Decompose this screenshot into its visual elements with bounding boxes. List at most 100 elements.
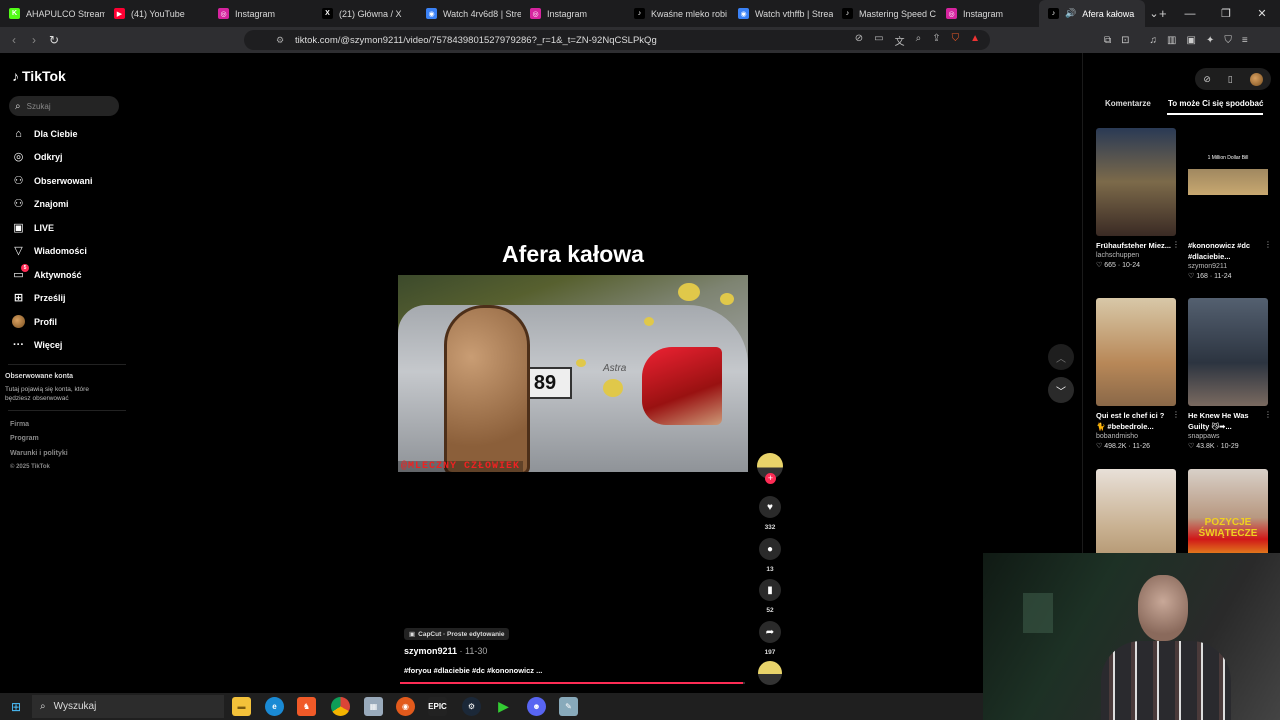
steam-icon[interactable]: ⚙ xyxy=(462,697,481,716)
browser-tab[interactable]: ♪ Kwaśne mleko robi xyxy=(625,0,729,27)
epic-games-icon[interactable]: EPIC xyxy=(428,697,447,716)
previous-video-button[interactable]: ︿ xyxy=(1048,344,1074,370)
tiktok-logo[interactable]: ♪ TikTok xyxy=(12,68,66,84)
recommended-video[interactable]: Qui est le chef ici ? 🐈 #bebedrole... bob… xyxy=(1096,298,1180,450)
tab-recommended[interactable]: To może Ci się spodobać xyxy=(1168,99,1263,108)
sidebar-item-label: Dla Ciebie xyxy=(34,128,78,139)
recommended-video[interactable]: 1 Million Dollar Bill #kononowicz #dc #dl… xyxy=(1188,128,1272,280)
streamer-sweater xyxy=(1101,641,1231,720)
wallet-icon[interactable]: ▣ xyxy=(1186,35,1195,46)
brave-rewards-icon[interactable]: ▲ xyxy=(970,33,980,48)
chrome-icon[interactable] xyxy=(331,697,350,716)
maximize-icon[interactable]: ❐ xyxy=(1208,7,1244,20)
browser-tab-bar: K AHAPULCO Stream ▶ (41) YouTube ◎ Instagram X… xyxy=(0,0,1280,27)
next-video-button[interactable]: ﹀ xyxy=(1048,377,1074,403)
screenshot-icon[interactable]: ⊡ xyxy=(1121,35,1129,46)
video-player[interactable]: Astra 89 @MLECZNY CZŁOWIEK xyxy=(398,275,748,472)
more-options-icon[interactable]: ⋮ xyxy=(1172,410,1180,419)
translate-icon[interactable]: 文 xyxy=(895,33,905,48)
music-disc[interactable] xyxy=(756,661,784,685)
minimize-icon[interactable]: — xyxy=(1172,8,1208,20)
video-title: #kononowicz #dc #dlaciebie... xyxy=(1188,241,1251,261)
brave-shield-icon[interactable]: ⛉ xyxy=(952,33,960,48)
video-title: Afera kałowa xyxy=(502,241,644,267)
post-date: · 11-30 xyxy=(457,646,488,656)
like-button[interactable]: ♥ 332 xyxy=(756,496,784,531)
browser-tab[interactable]: ◎ Instagram xyxy=(937,0,1039,27)
browser-tab[interactable]: ▶ (41) YouTube xyxy=(105,0,209,27)
file-explorer-icon[interactable]: ▬ xyxy=(232,697,251,716)
close-window-icon[interactable]: ✕ xyxy=(1244,7,1280,20)
save-button[interactable]: ▮ 52 xyxy=(756,579,784,614)
creator-avatar[interactable]: + xyxy=(756,453,784,484)
sidebar-item-friends[interactable]: ⚇ Znajomi xyxy=(12,197,69,210)
video-progress[interactable] xyxy=(400,682,745,684)
search-input[interactable]: ⌕ Szukaj xyxy=(9,96,119,116)
brave-icon[interactable]: ♞ xyxy=(297,697,316,716)
browser-tab[interactable]: ◎ Instagram xyxy=(521,0,625,27)
zoom-icon[interactable]: ⌕ xyxy=(916,33,922,48)
tab-label: (41) YouTube xyxy=(131,8,185,19)
recommended-video[interactable]: Frühaufsteher Miez... lachschuppen ♡ 665 ·… xyxy=(1096,128,1180,269)
site-info-icon[interactable]: ⚙ xyxy=(276,35,284,46)
recommended-video[interactable]: He Knew He Was Guilty 😼➡... snappaws ♡ 43.… xyxy=(1188,298,1272,450)
more-options-icon[interactable]: ⋮ xyxy=(1264,410,1272,419)
video-author[interactable]: szymon9211 · 11-30 xyxy=(404,646,487,656)
compass-icon[interactable]: ⊘ xyxy=(1203,74,1211,85)
sidebar-item-for-you[interactable]: ⌂ Dla Ciebie xyxy=(12,127,78,140)
menu-icon[interactable]: ≡ xyxy=(1242,35,1248,46)
browser-tab[interactable]: X (21) Główna / X xyxy=(313,0,417,27)
sidebar-icon[interactable]: ▥ xyxy=(1167,35,1176,46)
browser-tab[interactable]: ◎ Instagram xyxy=(209,0,313,27)
follow-plus-icon[interactable]: + xyxy=(765,473,776,484)
share-count: 197 xyxy=(764,649,776,656)
profile-avatar[interactable] xyxy=(1249,72,1263,86)
url-field[interactable]: ⚙ tiktok.com/@szymon9211/video/757843980… xyxy=(244,30,990,50)
sidebar-item-explore[interactable]: ◎ Odkryj xyxy=(12,150,63,163)
cast-icon[interactable]: ▭ xyxy=(874,33,883,48)
sidebar-item-upload[interactable]: ⊞ Prześlij xyxy=(12,291,66,304)
no-tracking-icon[interactable]: ⊘ xyxy=(855,33,863,48)
footer-link-program[interactable]: Program xyxy=(10,435,39,442)
footer-link-terms[interactable]: Warunki i polityki xyxy=(10,450,68,457)
capcut-badge[interactable]: ▣ CapCut · Proste edytowanie xyxy=(404,628,510,640)
video-description[interactable]: #foryou #dlaciebie #dc #kononowicz ... xyxy=(404,666,542,675)
app-icon[interactable]: ▦ xyxy=(364,697,383,716)
browser-tab[interactable]: ◉ Watch 4rv6d8 | Stre xyxy=(417,0,521,27)
splat xyxy=(576,359,586,367)
more-options-icon[interactable]: ⋮ xyxy=(1264,240,1272,249)
tab-comments[interactable]: Komentarze xyxy=(1105,99,1151,108)
sidebar-item-activity[interactable]: ▭ 5 Aktywność xyxy=(12,264,82,281)
footer-link-firma[interactable]: Firma xyxy=(10,421,29,428)
sidebar-item-live[interactable]: ▣ LIVE xyxy=(12,221,54,234)
tab-active[interactable]: ♪ 🔊 Afera kałowa ✕ xyxy=(1039,0,1145,27)
comment-button[interactable]: ● 13 xyxy=(756,538,784,573)
sidebar: ♪ TikTok ⌕ Szukaj ⌂ Dla Ciebie ◎ Odkryj ⚇ Obs… xyxy=(0,53,128,693)
firefox-icon[interactable]: ◉ xyxy=(396,697,415,716)
play-icon[interactable]: ▶ xyxy=(494,697,513,716)
sidebar-item-messages[interactable]: ▽ Wiadomości xyxy=(12,244,87,257)
sidebar-item-more[interactable]: ··· Więcej xyxy=(12,338,62,351)
leo-ai-icon[interactable]: ✦ xyxy=(1206,35,1214,46)
sidebar-item-profile[interactable]: Profil xyxy=(12,315,57,328)
back-icon[interactable]: ‹ xyxy=(4,33,24,47)
sidebar-item-following[interactable]: ⚇ Obserwowani xyxy=(12,174,93,187)
reload-icon[interactable]: ↻ xyxy=(44,33,64,47)
discord-icon[interactable]: ☻ xyxy=(527,697,546,716)
browser-tab[interactable]: ♪ Mastering Speed C xyxy=(833,0,937,27)
phone-icon[interactable]: ▯ xyxy=(1228,74,1233,85)
tool-icon[interactable]: ✎ xyxy=(559,697,578,716)
browser-tab[interactable]: ◉ Watch vthffb | Strea xyxy=(729,0,833,27)
windows-start-icon[interactable]: ⊞ xyxy=(11,700,21,714)
extensions-icon[interactable]: ⧉ xyxy=(1104,35,1111,46)
share-button[interactable]: ➦ 197 xyxy=(756,621,784,656)
taskbar-search[interactable]: ⌕ Wyszukaj xyxy=(32,695,224,718)
vpn-icon[interactable]: ⛉ xyxy=(1224,35,1232,46)
music-icon[interactable]: ♫ xyxy=(1150,35,1158,46)
window-menu-icon[interactable]: ⌄ xyxy=(1136,7,1172,20)
more-options-icon[interactable]: ⋮ xyxy=(1172,240,1180,249)
browser-tab[interactable]: K AHAPULCO Stream xyxy=(0,0,105,27)
forward-icon[interactable]: › xyxy=(24,33,44,47)
edge-icon[interactable]: e xyxy=(265,697,284,716)
share-icon[interactable]: ⇪ xyxy=(932,33,940,48)
